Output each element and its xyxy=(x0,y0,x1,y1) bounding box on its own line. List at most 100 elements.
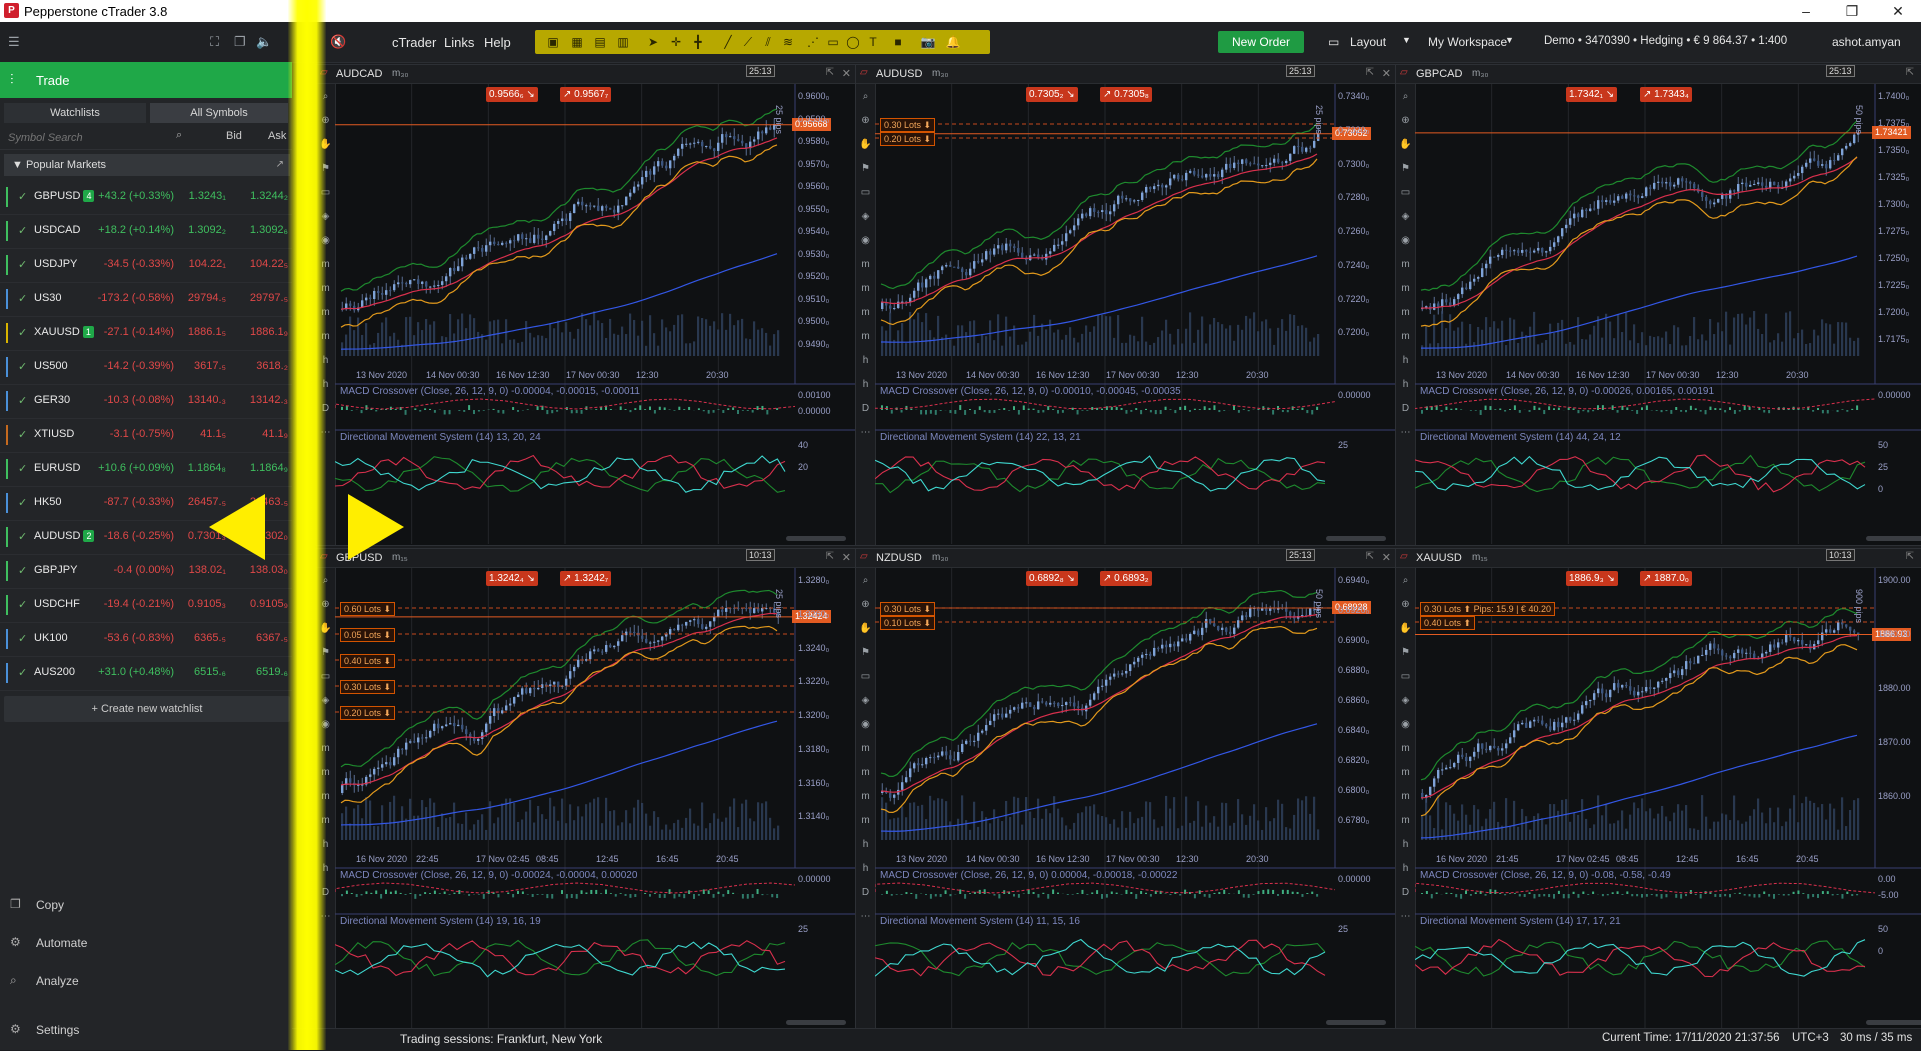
alert-bell-icon[interactable]: 🔔 xyxy=(945,34,961,50)
watchlist-row[interactable]: ✓XTIUSD-3.1 (-0.75%)41.1₅41.1₉ xyxy=(0,418,292,453)
panel-icon[interactable]: ▭ xyxy=(859,186,872,199)
order-lots-label[interactable]: 0.20 Lots ⬇ xyxy=(880,132,935,146)
dms-label[interactable]: Directional Movement System (14) 22, 13,… xyxy=(880,432,1081,443)
trade-tab[interactable]: ⫶ Trade xyxy=(0,62,292,98)
macd-label[interactable]: MACD Crossover (Close, 26, 12, 9, 0) -0.… xyxy=(1420,870,1671,881)
menu-links[interactable]: Links xyxy=(444,35,474,50)
h1-icon[interactable]: h xyxy=(1399,838,1412,851)
hand-icon[interactable]: ✋ xyxy=(859,622,872,635)
popular-markets-section[interactable]: ▼ Popular Markets ↗ xyxy=(4,154,290,176)
ask-price[interactable]: 6519.₆ xyxy=(256,666,288,678)
watchlist-row[interactable]: ✓GBPUSD4+43.2 (+0.33%)1.3243₁1.3244₂ xyxy=(0,180,292,215)
layers-icon[interactable]: ◈ xyxy=(859,210,872,223)
chart-timeframe[interactable]: m₃₀ xyxy=(1472,68,1489,79)
create-watchlist-button[interactable]: + Create new watchlist xyxy=(4,696,290,722)
m1-icon[interactable]: m xyxy=(1399,742,1412,755)
ask-price[interactable]: 1886.1₉ xyxy=(250,326,288,338)
order-lots-label[interactable]: 0.30 Lots ⬆ Pips: 15.9 | € 40.20 xyxy=(1420,602,1555,616)
watchlist-row[interactable]: ✓USDCHF-19.4 (-0.21%)0.9105₃0.9105₉ xyxy=(0,588,292,623)
check-icon[interactable]: ✓ xyxy=(18,190,27,203)
watchlist-row[interactable]: ✓GER30-10.3 (-0.08%)13140.₃13142.₃ xyxy=(0,384,292,419)
grid-layout-icon[interactable]: ▦ xyxy=(569,34,585,50)
d1-icon[interactable]: D xyxy=(1399,886,1412,899)
m5-icon[interactable]: m xyxy=(859,282,872,295)
ask-price[interactable]: 1.1864₉ xyxy=(250,462,288,474)
m1-icon[interactable]: m xyxy=(859,742,872,755)
chart-pane-gbpcad[interactable]: ▱ GBPCAD m₃₀ ⇱ ✕ ⌕⊕✋⚑▭◈◉mmmmhhD⋯1.7342₁ … xyxy=(1395,64,1921,546)
dms-label[interactable]: Directional Movement System (14) 44, 24,… xyxy=(1420,432,1621,443)
crosshair-icon[interactable]: ✛ xyxy=(668,34,684,50)
macd-label[interactable]: MACD Crossover (Close, 26, 12, 9, 0) -0.… xyxy=(880,386,1181,397)
watchlist-row[interactable]: ✓USDCAD+18.2 (+0.14%)1.3092₂1.3092₆ xyxy=(0,214,292,249)
ask-price[interactable]: 1.3244₂ xyxy=(250,190,288,202)
zoom-icon[interactable]: ⊕ xyxy=(1399,598,1412,611)
watchlist-row[interactable]: ✓US500-14.2 (-0.39%)3617.₅3618.₂ xyxy=(0,350,292,385)
buy-button[interactable]: ↗ 0.7305₈ xyxy=(1100,87,1152,102)
ask-price[interactable]: 0.9105₉ xyxy=(250,598,288,610)
order-lots-label[interactable]: 0.40 Lots ⬆ xyxy=(1420,616,1475,630)
bid-price[interactable]: 104.22₁ xyxy=(189,258,226,270)
chart-symbol[interactable]: GBPCAD xyxy=(1416,68,1462,80)
minimize-button[interactable]: – xyxy=(1783,0,1829,22)
detach-icon[interactable]: ⇱ xyxy=(1906,67,1914,78)
m30-icon[interactable]: m xyxy=(859,814,872,827)
buy-button[interactable]: ↗ 1.3242₇ xyxy=(560,571,611,586)
chart-scrollbar[interactable] xyxy=(1866,536,1921,541)
flag-icon[interactable]: ⚑ xyxy=(1399,162,1412,175)
check-icon[interactable]: ✓ xyxy=(18,258,27,271)
more-icon[interactable]: ⋯ xyxy=(1399,426,1412,439)
hand-icon[interactable]: ✋ xyxy=(859,138,872,151)
check-icon[interactable]: ✓ xyxy=(18,666,27,679)
mute-icon[interactable]: 🔇 xyxy=(330,34,346,50)
layout-dropdown[interactable]: Layout xyxy=(1350,35,1386,49)
maximize-button[interactable]: ❐ xyxy=(1829,0,1875,22)
sell-button[interactable]: 0.6892₈ ↘ xyxy=(1026,571,1078,586)
rectangle-icon[interactable]: ▭ xyxy=(825,34,841,50)
sound-icon[interactable]: 🔈 xyxy=(256,34,272,50)
chart-symbol[interactable]: XAUUSD xyxy=(1416,552,1462,564)
order-lots-label[interactable]: 0.20 Lots ⬇ xyxy=(340,706,395,720)
h1-icon[interactable]: h xyxy=(859,838,872,851)
close-chart-icon[interactable]: ✕ xyxy=(1382,551,1391,564)
check-icon[interactable]: ✓ xyxy=(18,394,27,407)
buy-button[interactable]: ↗ 0.9567₇ xyxy=(560,87,611,102)
ask-price[interactable]: 138.03₀ xyxy=(250,564,288,576)
bid-price[interactable]: 29794.₅ xyxy=(188,292,226,304)
camera-icon[interactable]: 📷 xyxy=(920,34,936,50)
macd-label[interactable]: MACD Crossover (Close, 26, 12, 9, 0) -0.… xyxy=(340,870,637,881)
chart-pane-gbpusd[interactable]: ▱ GBPUSD m₁₅ ⇱ ✕ ⌕⊕✋⚑▭◈◉mmmmhhD⋯1.3242₄ … xyxy=(315,548,857,1030)
eye-icon[interactable]: ◉ xyxy=(859,234,872,247)
bid-price[interactable]: 13140.₃ xyxy=(188,394,226,406)
zoom-icon[interactable]: ⊕ xyxy=(859,114,872,127)
chart-timeframe[interactable]: m₁₅ xyxy=(1472,552,1488,563)
m1-icon[interactable]: m xyxy=(1399,258,1412,271)
check-icon[interactable]: ✓ xyxy=(18,530,27,543)
chart-canvas[interactable] xyxy=(875,568,1395,1028)
bid-price[interactable]: 138.02₁ xyxy=(189,564,226,576)
macd-label[interactable]: MACD Crossover (Close, 26, 12, 9, 0) 0.0… xyxy=(880,870,1177,881)
dms-label[interactable]: Directional Movement System (14) 19, 16,… xyxy=(340,916,541,927)
close-chart-icon[interactable]: ✕ xyxy=(842,67,851,80)
bid-price[interactable]: 6515.₆ xyxy=(194,666,226,678)
sell-button[interactable]: 1.3242₄ ↘ xyxy=(486,571,538,586)
sidebar-item-settings[interactable]: ⚙ Settings xyxy=(0,1012,292,1048)
check-icon[interactable]: ✓ xyxy=(18,428,27,441)
bid-price[interactable]: 1.3243₁ xyxy=(189,190,226,202)
bid-price[interactable]: 6365.₅ xyxy=(194,632,226,644)
tab-watchlists[interactable]: Watchlists xyxy=(4,103,146,123)
sidebar-item-copy[interactable]: ❐ Copy xyxy=(0,887,292,923)
m1-icon[interactable]: m xyxy=(859,258,872,271)
m15-icon[interactable]: m xyxy=(1399,306,1412,319)
buy-button[interactable]: ↗ 0.6893₂ xyxy=(1100,571,1152,586)
chart-timeframe[interactable]: m₃₀ xyxy=(932,68,949,79)
menu-ctrader[interactable]: cTrader xyxy=(392,35,436,50)
dms-label[interactable]: Directional Movement System (14) 17, 17,… xyxy=(1420,916,1621,927)
eye-icon[interactable]: ◉ xyxy=(859,718,872,731)
cross-icon[interactable]: ╋ xyxy=(690,34,706,50)
search-icon[interactable]: ⌕ xyxy=(859,90,872,103)
ask-price[interactable]: 1.3092₆ xyxy=(250,224,288,236)
check-icon[interactable]: ✓ xyxy=(18,292,27,305)
check-icon[interactable]: ✓ xyxy=(18,360,27,373)
chart-scrollbar[interactable] xyxy=(1326,536,1386,541)
new-order-button[interactable]: New Order xyxy=(1218,31,1304,53)
